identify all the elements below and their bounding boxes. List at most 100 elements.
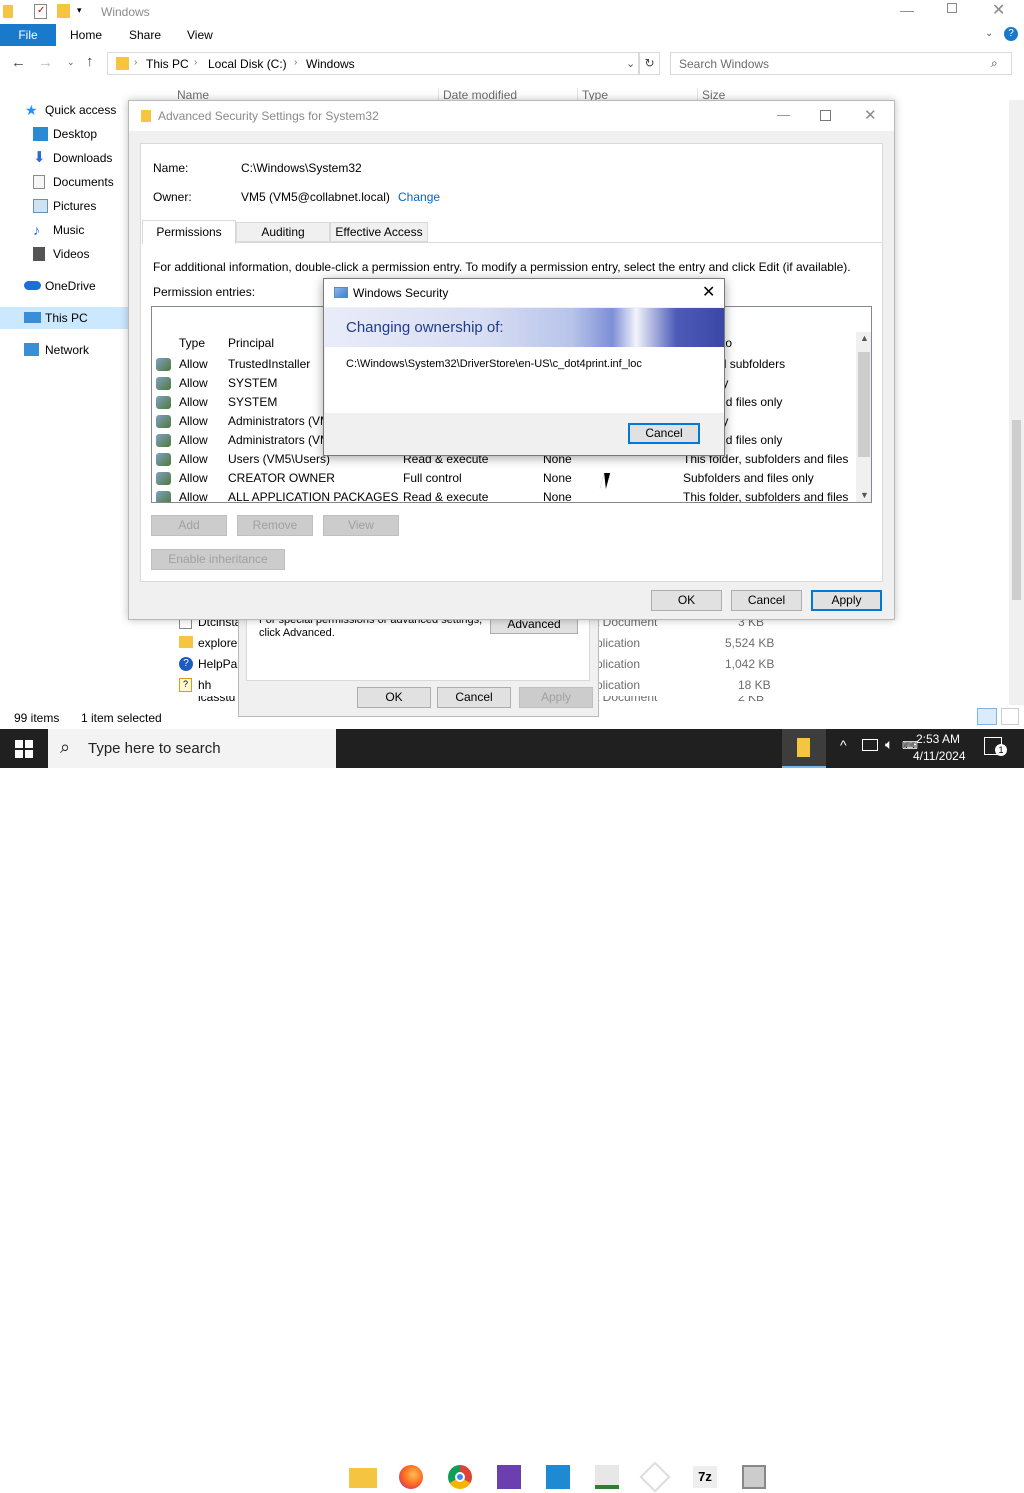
notification-count: 1	[995, 744, 1007, 756]
selection-count: 1 item selected	[81, 711, 162, 725]
address-bar[interactable]: › This PC › Local Disk (C:) › Windows ⌄	[107, 52, 639, 75]
permission-entries-label: Permission entries:	[153, 285, 256, 299]
breadcrumb-this-pc[interactable]: This PC	[146, 57, 189, 71]
nav-onedrive[interactable]: OneDrive	[0, 275, 128, 297]
qat-dropdown-icon[interactable]: ▾	[77, 5, 82, 16]
address-dropdown-icon[interactable]: ⌄	[626, 57, 635, 70]
row-type: Allow	[179, 452, 208, 466]
expand-ribbon-icon[interactable]: ⌄	[985, 28, 993, 39]
sec-cancel-button[interactable]: Cancel	[628, 423, 700, 444]
change-owner-link[interactable]: Change	[398, 190, 440, 204]
add-button[interactable]: Add	[151, 515, 227, 536]
visual-studio-taskbar-icon[interactable]	[497, 1465, 521, 1489]
recent-dropdown-icon[interactable]: ⌄	[67, 57, 75, 68]
breadcrumb-local-disk[interactable]: Local Disk (C:)	[208, 57, 287, 71]
owner-label: Owner:	[153, 190, 192, 204]
nav-videos[interactable]: Videos	[0, 243, 128, 265]
close-button[interactable]: ✕	[992, 0, 1005, 20]
large-icons-view-icon[interactable]	[1001, 708, 1019, 725]
details-view-icon[interactable]	[977, 708, 997, 725]
properties-ok-button[interactable]: OK	[357, 687, 431, 708]
active-explorer-taskbar-button[interactable]	[782, 729, 826, 768]
network-tray-icon[interactable]	[862, 739, 878, 751]
remove-button[interactable]: Remove	[237, 515, 313, 536]
minimize-button[interactable]: —	[900, 2, 914, 18]
spreadsheet-taskbar-icon[interactable]	[595, 1465, 619, 1489]
taskbar-search-box[interactable]: ⌕ Type here to search	[48, 729, 336, 768]
file-explorer-taskbar-icon[interactable]	[349, 1468, 377, 1488]
forward-icon[interactable]: →	[38, 54, 53, 71]
nav-desktop[interactable]: Desktop	[0, 123, 128, 145]
permission-row[interactable]: Allow ALL APPLICATION PACKAGES Read & exec…	[152, 488, 857, 502]
picture-icon	[33, 199, 48, 213]
start-button[interactable]	[0, 729, 48, 768]
sec-banner: Changing ownership of:	[325, 308, 724, 347]
nav-documents[interactable]: Documents	[0, 171, 128, 193]
window-title: Windows	[101, 5, 150, 19]
explorer-scrollbar[interactable]	[1009, 100, 1024, 705]
properties-apply-button[interactable]: Apply	[519, 687, 593, 708]
new-folder-icon[interactable]	[57, 4, 70, 18]
adv-ok-button[interactable]: OK	[651, 590, 722, 611]
scrollbar-thumb[interactable]	[858, 352, 870, 457]
adv-title: Advanced Security Settings for System32	[158, 109, 379, 123]
principal-type-icon	[156, 377, 171, 390]
breadcrumb-windows[interactable]: Windows	[306, 57, 355, 71]
scroll-up-icon[interactable]: ▲	[860, 333, 869, 343]
nav-downloads[interactable]: ⬇ Downloads	[0, 147, 128, 169]
action-center-button[interactable]: 1	[984, 737, 1007, 756]
adv-close-button[interactable]: ✕	[864, 106, 877, 124]
tab-view[interactable]: View	[187, 28, 213, 42]
row-principal: SYSTEM	[228, 376, 278, 390]
folder-icon	[797, 738, 810, 757]
table-scrollbar[interactable]: ▲ ▼	[856, 332, 871, 502]
scrollbar-thumb[interactable]	[1012, 420, 1021, 600]
vscode-taskbar-icon[interactable]	[546, 1465, 570, 1489]
tab-effective-access[interactable]: Effective Access	[330, 222, 428, 242]
properties-cancel-button[interactable]: Cancel	[437, 687, 511, 708]
tab-file[interactable]: File	[0, 24, 56, 46]
principal-type-icon	[156, 415, 171, 428]
header-principal[interactable]: Principal	[228, 336, 274, 350]
permission-row[interactable]: Allow CREATOR OWNER Full control None Subfol…	[152, 469, 857, 488]
snipping-tool-taskbar-icon[interactable]	[742, 1465, 766, 1489]
nav-this-pc[interactable]: This PC	[0, 307, 128, 329]
tab-auditing[interactable]: Auditing	[236, 222, 330, 242]
adv-minimize-button[interactable]: —	[777, 107, 790, 122]
sec-close-button[interactable]: ✕	[702, 282, 715, 302]
tab-home[interactable]: Home	[70, 28, 102, 42]
firefox-taskbar-icon[interactable]	[399, 1465, 423, 1489]
clock-date[interactable]: 4/11/2024	[913, 749, 966, 763]
address-bar-row: ← → ⌄ ↑ › This PC › Local Disk (C:) › Wi…	[0, 47, 1024, 81]
folder-icon	[179, 636, 193, 648]
help-icon[interactable]: ?	[1004, 27, 1018, 41]
view-button[interactable]: View	[323, 515, 399, 536]
3d-viewer-taskbar-icon[interactable]	[639, 1461, 671, 1493]
7zip-taskbar-icon[interactable]: 7z	[693, 1466, 717, 1488]
nav-pictures[interactable]: Pictures	[0, 195, 128, 217]
up-icon[interactable]: ↑	[86, 53, 94, 70]
network-icon	[24, 343, 39, 356]
nav-network[interactable]: Network	[0, 339, 128, 361]
adv-cancel-button[interactable]: Cancel	[731, 590, 802, 611]
show-hidden-icons[interactable]: ^	[840, 737, 847, 753]
header-type[interactable]: Type	[179, 336, 205, 350]
properties-icon[interactable]: ✓	[34, 4, 47, 19]
nav-music[interactable]: ♪ Music	[0, 219, 128, 241]
maximize-button[interactable]	[947, 3, 957, 13]
refresh-button[interactable]: ↻	[639, 52, 660, 75]
nav-quick-access[interactable]: ★ Quick access	[0, 99, 128, 121]
tab-share[interactable]: Share	[129, 28, 161, 42]
tab-permissions[interactable]: Permissions	[142, 220, 236, 244]
adv-apply-button[interactable]: Apply	[811, 590, 882, 611]
scroll-down-icon[interactable]: ▼	[860, 490, 869, 500]
taskbar: ⌕ Type here to search 7z ^ 🔈︎ ⌨︎ 2:53 AM…	[0, 729, 1024, 1493]
row-applies-to: Subfolders and files only	[683, 471, 814, 485]
clock-time[interactable]: 2:53 AM	[916, 732, 960, 746]
search-box[interactable]: Search Windows ⌕	[670, 52, 1012, 75]
back-icon[interactable]: ←	[11, 54, 26, 71]
volume-tray-icon[interactable]: 🔈︎	[885, 736, 893, 753]
enable-inheritance-button[interactable]: Enable inheritance	[151, 549, 285, 570]
adv-maximize-button[interactable]	[820, 110, 831, 121]
chrome-taskbar-icon[interactable]	[448, 1465, 472, 1489]
